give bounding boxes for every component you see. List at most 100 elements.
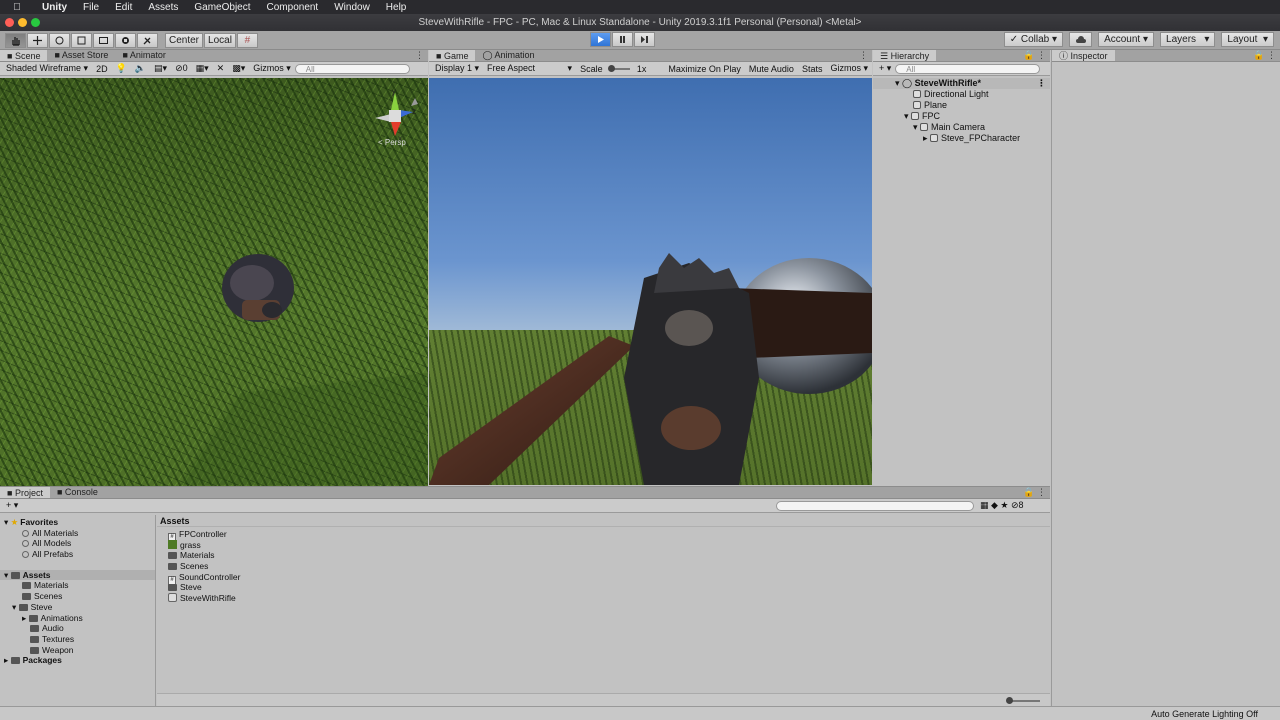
- hierarchy-search-input[interactable]: All: [895, 63, 1041, 74]
- tree-steve[interactable]: ▾ Steve: [0, 602, 155, 613]
- grid-icon[interactable]: ▦▾: [192, 63, 213, 74]
- hierarchy-item-scene[interactable]: ▾ ◯ SteveWithRifle* ⋮: [873, 78, 1050, 89]
- menu-help[interactable]: Help: [378, 2, 415, 13]
- apple-icon[interactable]: : [0, 2, 34, 13]
- project-search-input[interactable]: [776, 501, 974, 511]
- asset-stevewithrifle[interactable]: SteveWithRifle: [168, 593, 1050, 604]
- hierarchy-item-main-camera[interactable]: ▾ Main Camera: [873, 122, 1050, 133]
- custom-tool-button[interactable]: [137, 32, 158, 48]
- layers-dropdown[interactable]: Layers ▾: [1160, 32, 1216, 47]
- layout-dropdown[interactable]: Layout ▾: [1221, 32, 1274, 47]
- menu-file[interactable]: File: [75, 2, 107, 13]
- tab-inspector[interactable]: ⓘ Inspector: [1052, 50, 1115, 61]
- asset-fpcontroller[interactable]: # FPController: [168, 529, 1050, 542]
- scale-tool-button[interactable]: [71, 32, 92, 48]
- tree-scenes[interactable]: Scenes: [0, 591, 155, 602]
- effects-icon[interactable]: ▤▾: [150, 63, 171, 74]
- move-tool-button[interactable]: [27, 32, 48, 48]
- asset-soundcontroller[interactable]: # SoundController: [168, 572, 1050, 585]
- project-create-button[interactable]: + ▾: [2, 500, 22, 511]
- menu-assets[interactable]: Assets: [140, 2, 186, 13]
- lighting-status[interactable]: Auto Generate Lighting Off: [1151, 709, 1258, 719]
- account-dropdown[interactable]: Account ▾: [1098, 32, 1155, 47]
- favorite-all-models[interactable]: All Models: [0, 538, 155, 549]
- project-filter-icons[interactable]: ▦ ◆ ★ ⊘8: [980, 500, 1024, 511]
- tree-audio[interactable]: Audio: [0, 623, 155, 634]
- display-dropdown[interactable]: Display 1 ▾: [431, 63, 483, 74]
- asset-materials[interactable]: Materials: [168, 550, 1050, 561]
- tree-weapon[interactable]: Weapon: [0, 645, 155, 656]
- tab-game[interactable]: ■ Game: [429, 50, 476, 61]
- rect-icon: [99, 36, 108, 44]
- tab-asset-store[interactable]: ■ Asset Store: [47, 50, 115, 61]
- lighting-icon[interactable]: 💡: [112, 63, 131, 74]
- icon-size-slider[interactable]: [1006, 697, 1040, 704]
- pause-button[interactable]: [612, 32, 633, 47]
- game-viewport[interactable]: [429, 78, 872, 485]
- scene-search-input[interactable]: All: [294, 63, 410, 74]
- hand-tool-button[interactable]: [5, 32, 26, 48]
- icon-size-slider-thumb[interactable]: [1006, 697, 1013, 704]
- project-menu-icon[interactable]: 🔒 ⋮: [1023, 487, 1046, 498]
- tree-assets[interactable]: ▾ Assets: [0, 569, 155, 581]
- scene-viewport[interactable]: y z x < Persp: [0, 78, 428, 535]
- hierarchy-item-directional-light[interactable]: Directional Light: [873, 89, 1050, 100]
- favorites-node[interactable]: ▾ ★ Favorites: [0, 517, 155, 528]
- pivot-center-toggle[interactable]: Center: [165, 32, 204, 48]
- menu-edit[interactable]: Edit: [107, 2, 140, 13]
- cloud-button[interactable]: [1069, 32, 1093, 47]
- game-gizmos-dropdown[interactable]: Gizmos ▾: [826, 63, 872, 74]
- hierarchy-item-steve-fpcharacter[interactable]: ▸ Steve_FPCharacter: [873, 133, 1050, 144]
- assets-breadcrumb[interactable]: Assets: [157, 515, 1050, 527]
- tab-project[interactable]: ■ Project: [0, 487, 50, 498]
- tab-animator[interactable]: ■ Animator: [115, 50, 172, 61]
- game-panel-menu-icon[interactable]: ⋮: [859, 50, 868, 61]
- transform-tool-button[interactable]: [115, 32, 136, 48]
- aspect-dropdown[interactable]: Free Aspect ▾: [483, 63, 576, 74]
- rotate-tool-button[interactable]: [49, 32, 70, 48]
- camera-icon[interactable]: ▩▾: [228, 63, 249, 74]
- scene-menu-icon[interactable]: ⋮: [1037, 78, 1046, 89]
- display-label: Display 1: [435, 63, 473, 73]
- tab-scene[interactable]: ■ Scene: [0, 50, 48, 61]
- scene-gizmos-dropdown[interactable]: Gizmos ▾: [249, 63, 295, 74]
- hierarchy-item-fpc[interactable]: ▾ FPC: [873, 111, 1050, 122]
- step-button[interactable]: [634, 32, 655, 47]
- tab-console[interactable]: ■ Console: [50, 487, 105, 498]
- favorite-all-prefabs[interactable]: All Prefabs: [0, 549, 155, 560]
- tree-packages[interactable]: ▸ Packages: [0, 655, 155, 666]
- collab-button[interactable]: ✓ Collab ▾: [1003, 32, 1064, 47]
- tree-animations[interactable]: ▸ Animations: [0, 613, 155, 624]
- stats-toggle[interactable]: Stats: [798, 64, 827, 74]
- asset-grass[interactable]: grass: [168, 539, 1050, 551]
- tools-icon[interactable]: ✕: [213, 63, 229, 74]
- inspector-menu-icon[interactable]: 🔒 ⋮: [1253, 50, 1276, 61]
- audio-icon[interactable]: 🔈: [131, 63, 150, 74]
- hidden-objects-toggle[interactable]: ⊘0: [171, 63, 192, 74]
- menu-app[interactable]: Unity: [34, 2, 75, 13]
- menu-component[interactable]: Component: [259, 2, 327, 13]
- asset-steve[interactable]: Steve: [168, 582, 1050, 593]
- asset-scenes[interactable]: Scenes: [168, 561, 1050, 572]
- shading-mode-dropdown[interactable]: Shaded Wireframe ▾: [2, 63, 92, 74]
- mute-audio-toggle[interactable]: Mute Audio: [745, 64, 798, 74]
- toggle-2d-button[interactable]: 2D: [92, 64, 112, 74]
- panel-menu-icon[interactable]: ⋮: [415, 50, 424, 61]
- scale-slider[interactable]: [607, 64, 630, 72]
- tree-materials[interactable]: Materials: [0, 580, 155, 591]
- maximize-on-play-toggle[interactable]: Maximize On Play: [664, 64, 745, 74]
- scale-slider-thumb[interactable]: [607, 64, 615, 72]
- menu-window[interactable]: Window: [326, 2, 378, 13]
- tree-textures[interactable]: Textures: [0, 634, 155, 645]
- hierarchy-item-plane[interactable]: Plane: [873, 100, 1050, 111]
- rect-tool-button[interactable]: [93, 32, 114, 48]
- menu-gameobject[interactable]: GameObject: [186, 2, 258, 13]
- snap-button[interactable]: #: [236, 32, 258, 48]
- favorite-all-materials[interactable]: All Materials: [0, 528, 155, 539]
- pivot-space-toggle[interactable]: Local: [204, 32, 236, 48]
- perspective-label[interactable]: < Persp: [378, 138, 406, 147]
- folder-icon: [10, 657, 20, 665]
- hierarchy-menu-icon[interactable]: 🔒 ⋮: [1023, 50, 1046, 61]
- play-button[interactable]: [590, 32, 611, 47]
- tab-animation[interactable]: ◯ Animation: [475, 50, 541, 61]
